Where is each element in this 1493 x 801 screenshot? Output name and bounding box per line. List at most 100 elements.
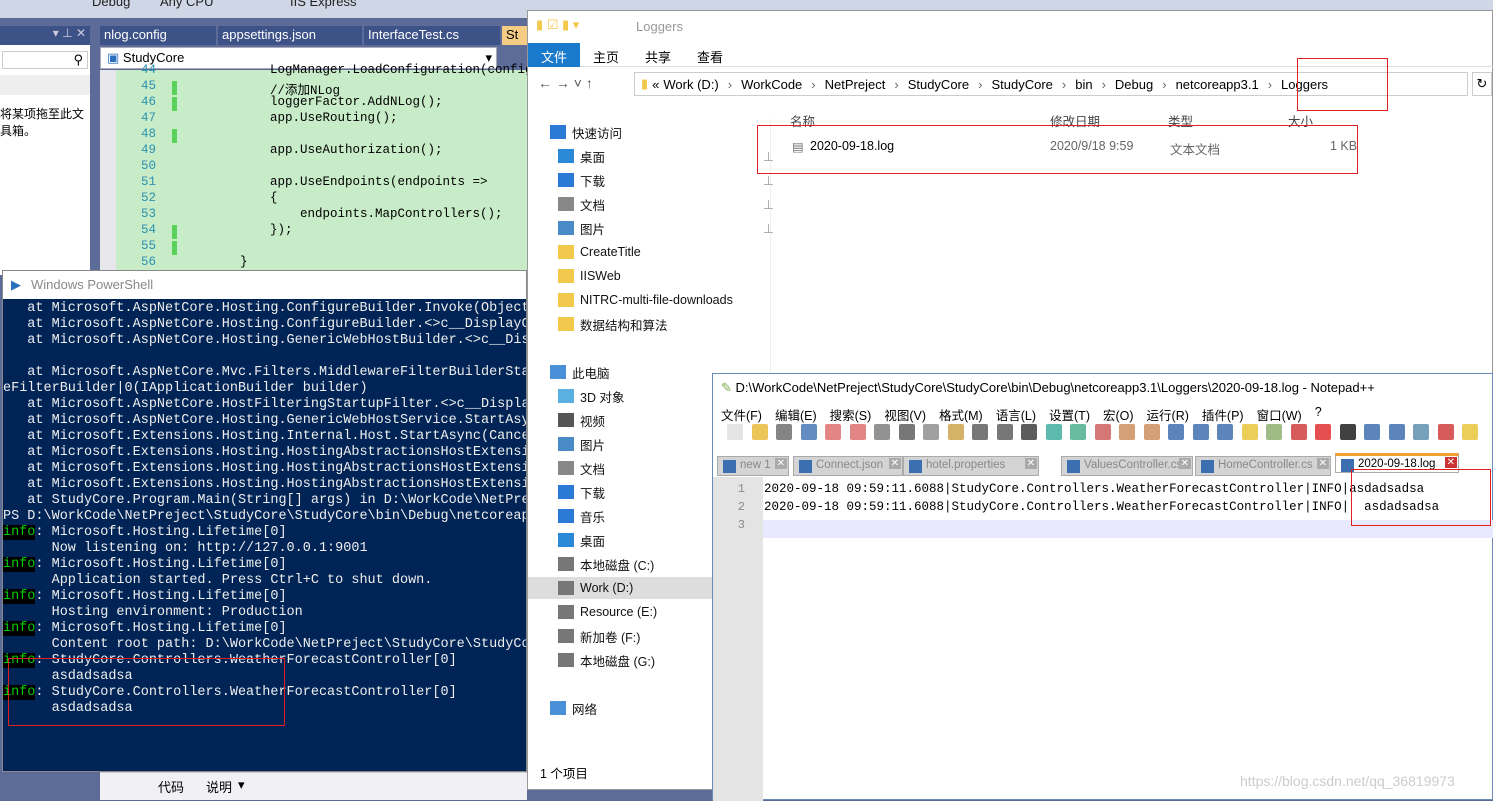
column-header[interactable]: 类型 (1168, 111, 1193, 130)
nav-item[interactable]: 桌面 ⊥ (558, 145, 774, 167)
tab-interfacetest[interactable]: InterfaceTest.cs (364, 26, 500, 45)
toolbar-button-icon[interactable] (898, 424, 915, 440)
nav-item[interactable]: 文档 (558, 457, 605, 479)
pin-icon[interactable]: ⊥ (763, 197, 774, 212)
toolbar-button-icon[interactable] (1339, 424, 1356, 440)
toolbar-button-icon[interactable] (1462, 424, 1478, 440)
nav-item[interactable]: NITRC-multi-file-downloads (558, 289, 733, 311)
tab-nlog-config[interactable]: nlog.config (100, 26, 216, 45)
nav-item[interactable]: 快速访问 (550, 121, 622, 143)
breadcrumb-item[interactable]: StudyCore (991, 77, 1052, 92)
tab-active[interactable]: St (502, 26, 527, 45)
nav-item[interactable]: Work (D:) (528, 577, 740, 599)
nav-item[interactable]: Resource (E:) (558, 601, 657, 623)
nav-item[interactable]: IISWeb (558, 265, 621, 287)
nav-item[interactable]: 下载 (558, 481, 605, 503)
toolbar-button-icon[interactable] (1217, 424, 1233, 440)
breadcrumb-item[interactable]: WorkCode (741, 77, 802, 92)
toolbar-button-icon[interactable] (800, 424, 817, 440)
ribbon-tab[interactable]: 查看 (687, 43, 733, 67)
menu-item[interactable]: 宏(O) (1103, 405, 1134, 424)
breadcrumb-item[interactable]: bin (1075, 77, 1092, 92)
breadcrumb-item[interactable]: Debug (1115, 77, 1153, 92)
file-row[interactable]: ▤ 2020-09-18.log 2020/9/18 9:59 文本文档 1 K… (790, 135, 1360, 159)
nav-item[interactable]: 文档 ⊥ (558, 193, 774, 215)
nav-item[interactable]: 此电脑 (550, 361, 610, 383)
code-column[interactable]: 代码 (158, 777, 184, 796)
menu-item[interactable]: 编辑(E) (775, 405, 817, 424)
toolbar-button-icon[interactable] (923, 424, 939, 440)
file-tab[interactable]: hotel.properties ✕ (903, 456, 1039, 476)
pin-icon[interactable]: ⊥ (763, 221, 774, 236)
breadcrumb-item[interactable]: StudyCore (908, 77, 969, 92)
toolbar-button-icon[interactable] (996, 424, 1013, 440)
toolbar-button-icon[interactable] (1290, 424, 1307, 440)
refresh-icon[interactable]: ↻ (1472, 72, 1492, 96)
toolbar-button-icon[interactable] (1364, 424, 1380, 440)
nav-item[interactable]: 网络 (550, 697, 597, 719)
file-tab[interactable]: HomeController.cs ✕ (1195, 456, 1331, 476)
column-header[interactable]: 名称 (790, 111, 815, 130)
nav-item[interactable]: 图片 (558, 433, 605, 455)
menu-item[interactable]: 语言(L) (996, 405, 1036, 424)
breadcrumb-item[interactable]: Work (D:) (663, 77, 718, 92)
file-tab[interactable]: Connect.json ✕ (793, 456, 903, 476)
close-icon[interactable]: ✕ (1178, 458, 1191, 469)
nav-item[interactable]: 本地磁盘 (C:) (558, 553, 654, 575)
menu-item[interactable]: 文件(F) (721, 405, 762, 424)
breadcrumb-item[interactable]: Loggers (1281, 77, 1328, 92)
column-header[interactable]: 修改日期 (1050, 111, 1100, 130)
tab-appsettings[interactable]: appsettings.json (218, 26, 362, 45)
menu-item[interactable]: 视图(V) (884, 405, 926, 424)
toolbar-button-icon[interactable] (751, 424, 768, 440)
powershell-window[interactable]: ▶ Windows PowerShell at Microsoft.AspNetC… (2, 270, 527, 772)
notepadpp-window[interactable]: ✎ D:\WorkCode\NetPreject\StudyCore\Study… (712, 373, 1493, 801)
toolbar-button-icon[interactable] (1388, 424, 1405, 440)
file-tab[interactable]: ValuesController.cs ✕ (1061, 456, 1193, 476)
ribbon-tab[interactable]: 主页 (583, 43, 629, 67)
toolbar-button-icon[interactable] (1413, 424, 1429, 440)
ribbon-tab[interactable]: 文件 (528, 43, 580, 67)
toolbar-button-icon[interactable] (1045, 424, 1062, 440)
chevron-down-icon[interactable]: ▾ (238, 777, 245, 793)
nav-item[interactable]: 视频 (558, 409, 605, 431)
pin-icon[interactable]: ⊥ (763, 173, 774, 188)
menu-item[interactable]: 插件(P) (1202, 405, 1244, 424)
close-icon[interactable]: ✕ (774, 458, 787, 469)
nav-item[interactable]: 新加卷 (F:) (558, 625, 640, 647)
pin-icon[interactable]: ⊥ (763, 149, 774, 164)
toolbar-button-icon[interactable] (1070, 424, 1086, 440)
platform-combo[interactable]: Any CPU (160, 0, 213, 9)
menu-item[interactable]: 设置(T) (1049, 405, 1090, 424)
nav-item[interactable]: 桌面 (558, 529, 605, 551)
menu-item[interactable]: 窗口(W) (1257, 405, 1302, 424)
toolbar-button-icon[interactable] (1168, 424, 1184, 440)
toolbar-button-icon[interactable] (1192, 424, 1209, 440)
toolbar-button-icon[interactable] (947, 424, 964, 440)
menu-item[interactable]: ? (1315, 405, 1322, 424)
toolbar-button-icon[interactable] (825, 424, 841, 440)
toolbar-button-icon[interactable] (849, 424, 866, 440)
nav-item[interactable]: CreateTitle (558, 241, 641, 263)
toolbar-button-icon[interactable] (1094, 424, 1111, 440)
toolbar-button-icon[interactable] (1266, 424, 1282, 440)
file-tab[interactable]: new 1 ✕ (717, 456, 789, 476)
nav-arrows[interactable]: ← → ˅ ↑ (538, 75, 593, 91)
toolbar-button-icon[interactable] (874, 424, 890, 440)
close-icon[interactable]: ✕ (1444, 457, 1457, 468)
toolbar-button-icon[interactable] (972, 424, 988, 440)
nav-item[interactable]: 图片 ⊥ (558, 217, 774, 239)
close-icon[interactable]: ✕ (888, 458, 901, 469)
toolbar-button-icon[interactable] (727, 424, 743, 440)
toolbox-search[interactable]: ⚲ (2, 51, 88, 69)
toolbar-button-icon[interactable] (1241, 424, 1258, 440)
breadcrumb-item[interactable]: NetPreject (825, 77, 886, 92)
menu-item[interactable]: 格式(M) (939, 405, 983, 424)
address-bar[interactable]: ▮ «Work (D:) › WorkCode › NetPreject › StudyCor… (634, 72, 1468, 96)
file-tab[interactable]: 2020-09-18.log ✕ (1335, 453, 1459, 473)
breadcrumb-item[interactable]: netcoreapp3.1 (1176, 77, 1259, 92)
description-column[interactable]: 说明 (206, 777, 232, 796)
close-icon[interactable]: ✕ (1024, 458, 1037, 469)
nav-item[interactable]: 下载 ⊥ (558, 169, 774, 191)
menu-item[interactable]: 搜索(S) (830, 405, 872, 424)
